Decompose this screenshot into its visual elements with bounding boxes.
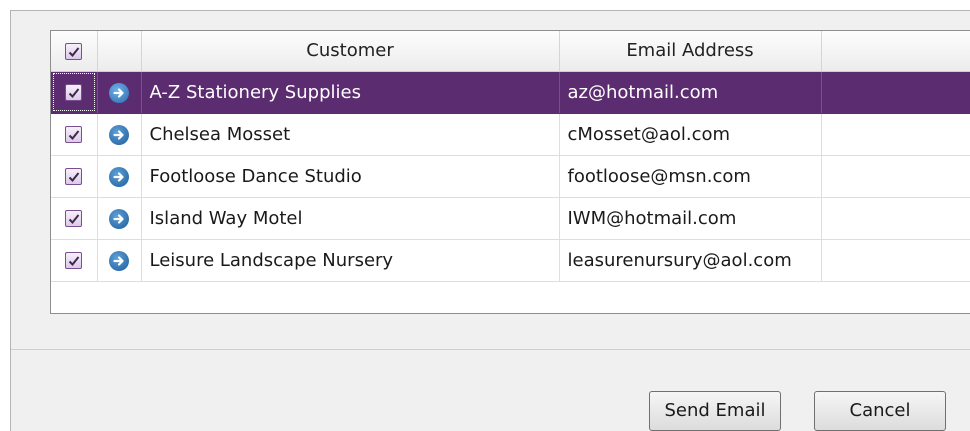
select-all-checkbox[interactable] [65, 42, 83, 60]
email-cell[interactable]: footloose@msn.com [559, 155, 822, 198]
row-arrow-cell[interactable] [97, 71, 142, 114]
table-header-row: Customer Email Address [51, 31, 970, 72]
extra-cell [821, 155, 970, 198]
checkmark-icon [69, 172, 80, 182]
checkmark-icon [69, 47, 80, 57]
row-checkbox-cell[interactable] [51, 71, 98, 114]
checkmark-icon [69, 256, 80, 266]
row-checkbox-cell[interactable] [51, 239, 98, 282]
row-checkbox[interactable] [65, 84, 83, 101]
customer-cell[interactable]: Footloose Dance Studio [141, 155, 560, 198]
row-checkbox[interactable] [65, 210, 83, 227]
header-email-address[interactable]: Email Address [559, 31, 822, 72]
email-cell[interactable]: leasurenursury@aol.com [559, 239, 822, 282]
extra-cell [821, 113, 970, 156]
extra-cell [821, 239, 970, 282]
email-cell[interactable]: cMosset@aol.com [559, 113, 822, 156]
table-body: A-Z Stationery Supplies az@hotmail.com Che… [51, 71, 970, 282]
header-arrow-column [97, 31, 142, 72]
row-arrow-cell[interactable] [97, 155, 142, 198]
row-checkbox[interactable] [65, 168, 83, 185]
arrow-right-circle-icon[interactable] [109, 250, 129, 271]
row-checkbox-cell[interactable] [51, 155, 98, 198]
header-customer[interactable]: Customer [141, 31, 560, 72]
send-email-dialog: Customer Email Address A-Z Stationery Su… [10, 10, 970, 431]
table-row[interactable]: Footloose Dance Studio footloose@msn.com [51, 155, 970, 198]
header-select-all[interactable] [51, 31, 98, 72]
arrow-right-circle-icon[interactable] [109, 124, 129, 145]
cancel-button[interactable]: Cancel [814, 391, 946, 431]
checkmark-icon [69, 88, 80, 98]
customer-email-grid: Customer Email Address A-Z Stationery Su… [50, 30, 970, 314]
table-row[interactable]: A-Z Stationery Supplies az@hotmail.com [51, 71, 970, 114]
row-arrow-cell[interactable] [97, 239, 142, 282]
extra-cell [821, 197, 970, 240]
arrow-right-circle-icon[interactable] [109, 166, 129, 187]
row-checkbox[interactable] [65, 126, 83, 143]
row-arrow-cell[interactable] [97, 113, 142, 156]
checkmark-icon [69, 214, 80, 224]
table-row[interactable]: Leisure Landscape Nursery leasurenursury@… [51, 239, 970, 282]
email-cell[interactable]: IWM@hotmail.com [559, 197, 822, 240]
customer-cell[interactable]: Chelsea Mosset [141, 113, 560, 156]
row-checkbox-cell[interactable] [51, 197, 98, 240]
dialog-button-bar: Send Email Cancel [11, 351, 970, 431]
send-email-button[interactable]: Send Email [649, 391, 781, 431]
extra-cell [821, 71, 970, 114]
table-row[interactable]: Chelsea Mosset cMosset@aol.com [51, 113, 970, 156]
row-checkbox-cell[interactable] [51, 113, 98, 156]
arrow-right-circle-icon[interactable] [109, 208, 129, 229]
row-checkbox[interactable] [65, 252, 83, 269]
arrow-right-circle-icon[interactable] [109, 82, 129, 103]
dialog-content-panel: Customer Email Address A-Z Stationery Su… [11, 11, 970, 350]
customer-cell[interactable]: A-Z Stationery Supplies [141, 71, 560, 114]
header-extra-column [821, 31, 970, 72]
row-arrow-cell[interactable] [97, 197, 142, 240]
customer-cell[interactable]: Island Way Motel [141, 197, 560, 240]
email-cell[interactable]: az@hotmail.com [559, 71, 822, 114]
checkmark-icon [69, 130, 80, 140]
customer-cell[interactable]: Leisure Landscape Nursery [141, 239, 560, 282]
customer-table: Customer Email Address A-Z Stationery Su… [51, 31, 970, 282]
table-row[interactable]: Island Way Motel IWM@hotmail.com [51, 197, 970, 240]
